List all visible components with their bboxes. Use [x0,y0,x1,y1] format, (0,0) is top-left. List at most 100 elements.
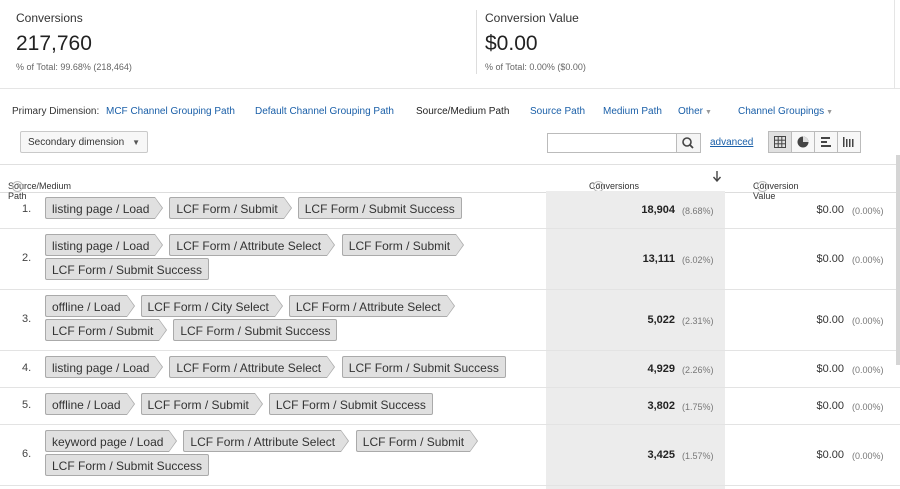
conversions-percent: (2.31%) [682,315,714,326]
scorecard-conversions: Conversions 217,760 % of Total: 99.68% (… [16,0,456,88]
conversion-value-percent: (0.00%) [852,205,884,216]
dim-other-label: Other [678,106,704,117]
chevron-down-icon: ▼ [705,109,712,116]
search-icon [682,137,694,149]
conversion-value: $0.00 [816,448,844,461]
path-step-chip[interactable]: listing page / Load [45,234,164,256]
table-toolbar: Secondary dimension ▼ advanced [0,128,900,160]
path-step-chip[interactable]: LCF Form / Attribute Select [169,234,335,256]
divider [894,0,895,88]
scorecards: Conversions 217,760 % of Total: 99.68% (… [0,0,900,89]
dim-source-path[interactable]: Source Path [530,106,585,117]
table-view-button[interactable] [768,131,792,153]
conversions-value: 5,022 [647,313,675,326]
path-step-chip[interactable]: LCF Form / Attribute Select [169,356,335,378]
path-step-chip[interactable]: LCF Form / Submit Success [173,319,338,341]
scorecard-label: Conversion Value [485,11,579,25]
pie-view-button[interactable] [791,131,815,153]
comparison-view-button[interactable] [837,131,861,153]
path-step-chip[interactable]: listing page / Load [45,197,164,219]
path-step-chip[interactable]: LCF Form / Submit Success [268,393,433,415]
scorecard-label: Conversions [16,11,83,25]
path-step-chip[interactable]: offline / Load [45,393,134,415]
chevron-down-icon: ▼ [826,109,834,116]
conversion-value: $0.00 [816,399,844,412]
conversion-value: $0.00 [816,252,844,265]
row-number: 1. [22,202,32,215]
path-steps: offline / Load LCF Form / Submit LCF Form … [45,393,525,422]
table-search-input[interactable] [547,133,677,153]
conversion-value-percent: (0.00%) [852,401,884,412]
secondary-dimension-dropdown[interactable]: Secondary dimension ▼ [20,131,148,153]
grid-icon [774,136,786,148]
path-step-chip[interactable]: LCF Form / Submit [341,234,465,256]
dim-source-medium-path[interactable]: Source/Medium Path [416,106,509,117]
sort-arrow-down-icon[interactable] [712,170,722,184]
bar-view-button[interactable] [814,131,838,153]
path-steps: listing page / Load LCF Form / Attribute … [45,356,525,385]
primary-dimension-label: Primary Dimension: [12,106,100,117]
comparison-icon [843,137,854,147]
table-row: 6. keyword page / Load LCF Form / Attribut… [0,424,900,486]
row-number: 4. [22,361,32,374]
conversion-value-percent: (0.00%) [852,315,884,326]
path-step-chip[interactable]: offline / Load [45,295,134,317]
path-step-chip[interactable]: LCF Form / Submit Success [341,356,506,378]
path-steps: offline / Load LCF Form / City Select LCF … [45,295,525,348]
conversions-value: 3,802 [647,399,675,412]
scorecard-total: % of Total: 0.00% ($0.00) [485,62,586,72]
table-row: 3. offline / Load LCF Form / City Select LC… [0,289,900,351]
path-step-chip[interactable]: LCF Form / Submit Success [45,258,210,280]
path-steps: keyword page / Load LCF Form / Attribute … [45,430,525,483]
scorecard-total: % of Total: 99.68% (218,464) [16,62,132,72]
row-number: 5. [22,398,32,411]
view-switcher [768,131,861,153]
path-step-chip[interactable]: LCF Form / Submit [45,319,168,341]
dim-medium-path[interactable]: Medium Path [603,106,662,117]
path-steps: listing page / Load LCF Form / Submit LCF … [45,197,525,226]
scorecard-value: $0.00 [485,32,538,55]
path-step-chip[interactable]: LCF Form / Submit Success [297,197,462,219]
row-number: 2. [22,251,32,264]
path-steps: listing page / Load LCF Form / Attribute … [45,234,525,287]
path-step-chip[interactable]: LCF Form / Attribute Select [183,430,349,452]
table-row: 4. listing page / Load LCF Form / Attribut… [0,350,900,388]
path-step-chip[interactable]: LCF Form / City Select [140,295,284,317]
conversions-percent: (1.57%) [682,450,714,461]
path-step-chip[interactable]: LCF Form / Submit [140,393,264,415]
dim-other-dropdown[interactable]: Other ▼ [678,106,712,117]
conversion-value-percent: (0.00%) [852,450,884,461]
channel-groupings-dropdown[interactable]: Channel Groupings ▼ [738,106,833,117]
table-row: 2. listing page / Load LCF Form / Attribut… [0,228,900,290]
conversion-value-percent: (0.00%) [852,254,884,265]
path-step-chip[interactable]: LCF Form / Submit Success [45,454,210,476]
scrollbar[interactable] [896,155,900,365]
conversion-value: $0.00 [816,362,844,375]
table-header: Source/Medium Path? Conversions? Convers… [0,164,900,201]
row-number: 6. [22,447,32,460]
bar-chart-icon [821,137,831,147]
path-step-chip[interactable]: keyword page / Load [45,430,178,452]
search-button[interactable] [677,133,701,153]
dim-default-channel-grouping-path[interactable]: Default Channel Grouping Path [255,106,394,117]
conversion-value: $0.00 [816,203,844,216]
conversions-value: 13,111 [642,252,675,265]
channel-groupings-label: Channel Groupings [738,106,825,117]
scorecard-value: 217,760 [16,32,92,55]
path-step-chip[interactable]: listing page / Load [45,356,164,378]
path-step-chip[interactable]: LCF Form / Attribute Select [288,295,455,317]
dim-mcf-channel-grouping-path[interactable]: MCF Channel Grouping Path [106,106,235,117]
caret-down-icon: ▼ [132,138,140,147]
path-step-chip[interactable]: LCF Form / Submit [169,197,293,219]
conversions-percent: (2.26%) [682,364,714,375]
path-step-chip[interactable]: LCF Form / Submit [355,430,479,452]
scorecard-conversion-value: Conversion Value $0.00 % of Total: 0.00%… [476,10,900,74]
conversion-value: $0.00 [816,313,844,326]
conversions-value: 4,929 [647,362,675,375]
advanced-filter-link[interactable]: advanced [710,137,753,148]
table-row: 5. offline / Load LCF Form / Submit LCF For… [0,387,900,425]
pie-chart-icon [797,136,809,148]
conversions-percent: (1.75%) [682,401,714,412]
conversions-value: 3,425 [647,448,675,461]
secondary-dimension-label: Secondary dimension [28,137,125,148]
